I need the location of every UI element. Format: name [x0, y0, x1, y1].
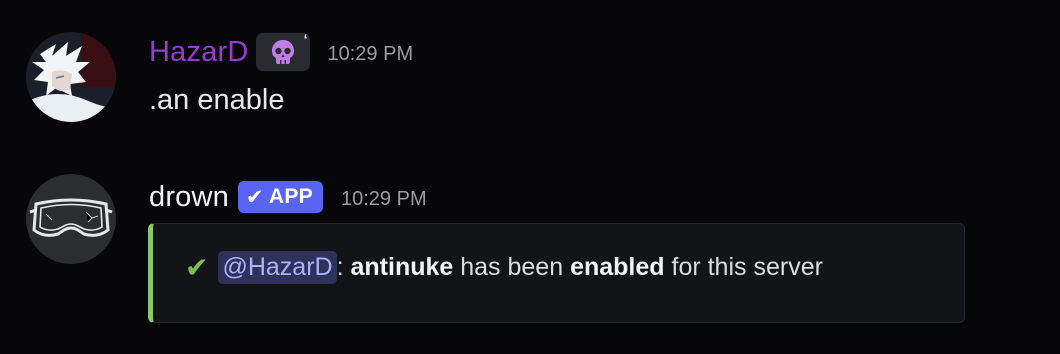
role-badge[interactable]: ʻ: [255, 31, 310, 71]
skull-icon: [271, 40, 294, 64]
embed-separator: :: [336, 252, 351, 281]
check-icon: ✔: [185, 251, 209, 283]
embed-text-end: for this server: [664, 252, 823, 281]
verified-check-icon: ✔: [246, 185, 264, 209]
app-badge: ✔ APP: [238, 181, 323, 213]
embed: ✔ @HazarD : antinuke has been enabled fo…: [148, 223, 965, 323]
message-content: .an enable: [149, 84, 285, 116]
username-drown[interactable]: drown: [149, 181, 229, 214]
sparkle-icon: ʻ: [303, 31, 308, 47]
embed-description: ✔ @HazarD : antinuke has been enabled fo…: [185, 247, 823, 287]
avatar-hazard[interactable]: [26, 32, 116, 122]
embed-feature-name: antinuke: [350, 252, 454, 281]
embed-text: has been: [453, 252, 571, 281]
timestamp: 10:29 PM: [327, 42, 414, 65]
message-header: HazarD ʻ 10:29 PM: [149, 30, 413, 74]
user-mention[interactable]: @HazarD: [218, 250, 337, 284]
avatar-drown[interactable]: [26, 174, 116, 264]
embed-status: enabled: [570, 252, 665, 281]
chat-log: HazarD ʻ 10:29 PM .an enable drown ✔ APP…: [0, 0, 1060, 354]
username-hazard[interactable]: HazarD: [149, 36, 249, 69]
message-header: drown ✔ APP 10:29 PM: [149, 175, 427, 219]
app-badge-label: APP: [268, 185, 313, 208]
timestamp: 10:29 PM: [341, 187, 427, 210]
